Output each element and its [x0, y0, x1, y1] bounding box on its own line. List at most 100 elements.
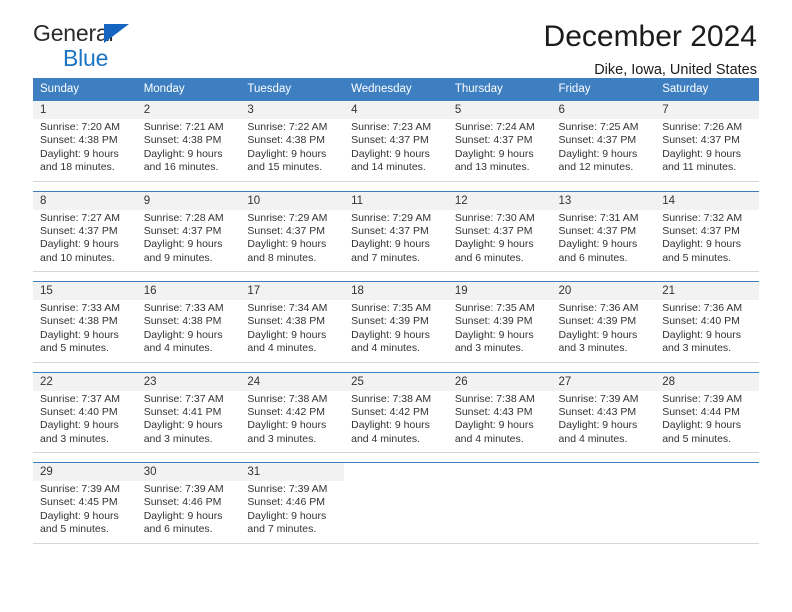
- day-detail-cell[interactable]: Sunrise: 7:27 AM Sunset: 4:37 PM Dayligh…: [33, 209, 137, 272]
- daylight-text-line2: and 9 minutes.: [143, 251, 213, 264]
- page-subtitle: Dike, Iowa, United States: [594, 62, 757, 78]
- daylight-text-line1: Daylight: 9 hours: [454, 328, 534, 341]
- day-detail-cell[interactable]: Sunrise: 7:29 AM Sunset: 4:37 PM Dayligh…: [344, 209, 448, 272]
- weekday-header-saturday: Saturday: [655, 78, 759, 101]
- day-number-cell[interactable]: 27: [551, 371, 656, 391]
- day-number-cell[interactable]: 8: [33, 190, 137, 210]
- day-number-cell[interactable]: 16: [136, 281, 241, 300]
- day-detail-cell[interactable]: Sunrise: 7:39 AM Sunset: 4:44 PM Dayligh…: [655, 390, 759, 453]
- day-detail-cell[interactable]: Sunrise: 7:34 AM Sunset: 4:38 PM Dayligh…: [240, 300, 345, 363]
- day-detail-cell[interactable]: Sunrise: 7:36 AM Sunset: 4:39 PM Dayligh…: [551, 300, 656, 363]
- day-number-cell[interactable]: 14: [655, 190, 759, 210]
- day-detail-cell[interactable]: Sunrise: 7:39 AM Sunset: 4:46 PM Dayligh…: [136, 481, 241, 544]
- daylight-text-line1: Daylight: 9 hours: [454, 419, 534, 432]
- weekday-header-thursday: Thursday: [447, 78, 552, 101]
- daylight-text-line2: and 4 minutes.: [143, 342, 213, 355]
- daylight-text-line1: Daylight: 9 hours: [558, 238, 638, 251]
- sunset-text: Sunset: 4:42 PM: [247, 405, 326, 418]
- daylight-text-line2: and 3 minutes.: [558, 342, 628, 355]
- day-detail-cell[interactable]: Sunrise: 7:37 AM Sunset: 4:41 PM Dayligh…: [136, 390, 241, 453]
- day-number-cell[interactable]: 20: [551, 281, 656, 300]
- day-detail-cell[interactable]: Sunrise: 7:21 AM Sunset: 4:38 PM Dayligh…: [136, 119, 241, 182]
- page-header: General Blue December 2024 Dike, Iowa, U…: [33, 0, 759, 78]
- page-title: December 2024: [543, 20, 757, 53]
- day-number-cell[interactable]: 5: [447, 100, 552, 119]
- week-row-details: Sunrise: 7:27 AM Sunset: 4:37 PM Dayligh…: [33, 209, 759, 272]
- day-detail-cell[interactable]: Sunrise: 7:28 AM Sunset: 4:37 PM Dayligh…: [136, 209, 241, 272]
- day-detail-cell[interactable]: Sunrise: 7:38 AM Sunset: 4:42 PM Dayligh…: [344, 390, 448, 453]
- day-number-cell[interactable]: 2: [136, 100, 241, 119]
- day-number-cell[interactable]: 9: [136, 190, 241, 210]
- day-detail-cell[interactable]: Sunrise: 7:39 AM Sunset: 4:46 PM Dayligh…: [240, 481, 345, 544]
- day-number-cell[interactable]: 28: [655, 371, 759, 391]
- daylight-text-line2: and 18 minutes.: [40, 161, 115, 174]
- daylight-text-line2: and 4 minutes.: [454, 432, 524, 445]
- daylight-text-line2: and 10 minutes.: [40, 251, 115, 264]
- day-detail-cell[interactable]: Sunrise: 7:30 AM Sunset: 4:37 PM Dayligh…: [447, 209, 552, 272]
- day-detail-cell[interactable]: Sunrise: 7:35 AM Sunset: 4:39 PM Dayligh…: [447, 300, 552, 363]
- day-number-cell[interactable]: 23: [136, 371, 241, 391]
- daylight-text-line2: and 4 minutes.: [558, 432, 628, 445]
- daylight-text-line1: Daylight: 9 hours: [143, 238, 223, 251]
- sunset-text: Sunset: 4:43 PM: [558, 405, 637, 418]
- day-detail-cell[interactable]: Sunrise: 7:26 AM Sunset: 4:37 PM Dayligh…: [655, 119, 759, 182]
- day-detail-cell[interactable]: Sunrise: 7:39 AM Sunset: 4:43 PM Dayligh…: [551, 390, 656, 453]
- day-number-cell[interactable]: 19: [447, 281, 552, 300]
- day-number-cell[interactable]: 10: [240, 190, 345, 210]
- day-detail-cell[interactable]: Sunrise: 7:31 AM Sunset: 4:37 PM Dayligh…: [551, 209, 656, 272]
- daylight-text-line2: and 5 minutes.: [662, 251, 732, 264]
- day-number-cell[interactable]: 29: [33, 462, 137, 481]
- day-detail-cell-empty: [344, 481, 448, 544]
- day-number-cell[interactable]: 15: [33, 281, 137, 300]
- daylight-text-line1: Daylight: 9 hours: [558, 147, 638, 160]
- day-detail-cell[interactable]: Sunrise: 7:37 AM Sunset: 4:40 PM Dayligh…: [33, 390, 137, 453]
- day-number-cell[interactable]: 17: [240, 281, 345, 300]
- day-detail-cell[interactable]: Sunrise: 7:38 AM Sunset: 4:43 PM Dayligh…: [447, 390, 552, 453]
- day-detail-cell[interactable]: Sunrise: 7:38 AM Sunset: 4:42 PM Dayligh…: [240, 390, 345, 453]
- day-number-cell[interactable]: 3: [240, 100, 345, 119]
- week-row-daynumbers: 22 23 24 25 26 27 28: [33, 371, 759, 391]
- day-detail-cell[interactable]: Sunrise: 7:33 AM Sunset: 4:38 PM Dayligh…: [136, 300, 241, 363]
- day-number-cell[interactable]: 13: [551, 190, 656, 210]
- day-detail-cell[interactable]: Sunrise: 7:23 AM Sunset: 4:37 PM Dayligh…: [344, 119, 448, 182]
- daylight-text-line1: Daylight: 9 hours: [351, 419, 430, 432]
- week-row-daynumbers: 1 2 3 4 5 6 7: [33, 100, 759, 119]
- daylight-text-line1: Daylight: 9 hours: [143, 419, 223, 432]
- sunset-text: Sunset: 4:40 PM: [40, 405, 118, 418]
- sunrise-text: Sunrise: 7:39 AM: [558, 392, 639, 405]
- day-number-cell[interactable]: 7: [655, 100, 759, 119]
- day-detail-cell[interactable]: Sunrise: 7:29 AM Sunset: 4:37 PM Dayligh…: [240, 209, 345, 272]
- day-number-cell[interactable]: 30: [136, 462, 241, 481]
- day-number-cell[interactable]: 4: [344, 100, 448, 119]
- day-detail-cell[interactable]: Sunrise: 7:36 AM Sunset: 4:40 PM Dayligh…: [655, 300, 759, 363]
- day-number-cell[interactable]: 21: [655, 281, 759, 300]
- day-detail-cell[interactable]: Sunrise: 7:22 AM Sunset: 4:38 PM Dayligh…: [240, 119, 345, 182]
- day-number-cell[interactable]: 1: [33, 100, 137, 119]
- day-number-cell[interactable]: 26: [447, 371, 552, 391]
- day-detail-cell[interactable]: Sunrise: 7:32 AM Sunset: 4:37 PM Dayligh…: [655, 209, 759, 272]
- daylight-text-line2: and 6 minutes.: [558, 251, 628, 264]
- day-number-cell[interactable]: 18: [344, 281, 448, 300]
- day-number-cell[interactable]: 22: [33, 371, 137, 391]
- sunset-text: Sunset: 4:37 PM: [143, 224, 222, 237]
- sunrise-text: Sunrise: 7:27 AM: [40, 211, 120, 224]
- day-number-cell[interactable]: 31: [240, 462, 345, 481]
- sunset-text: Sunset: 4:39 PM: [454, 315, 533, 328]
- day-number-cell[interactable]: 11: [344, 190, 448, 210]
- day-detail-cell[interactable]: Sunrise: 7:24 AM Sunset: 4:37 PM Dayligh…: [447, 119, 552, 182]
- day-number-cell[interactable]: 25: [344, 371, 448, 391]
- daylight-text-line2: and 5 minutes.: [662, 432, 732, 445]
- day-detail-cell[interactable]: Sunrise: 7:20 AM Sunset: 4:38 PM Dayligh…: [33, 119, 137, 182]
- day-detail-cell[interactable]: Sunrise: 7:25 AM Sunset: 4:37 PM Dayligh…: [551, 119, 656, 182]
- day-detail-cell[interactable]: Sunrise: 7:39 AM Sunset: 4:45 PM Dayligh…: [33, 481, 137, 544]
- weekday-header-friday: Friday: [551, 78, 656, 101]
- calendar-page: General Blue December 2024 Dike, Iowa, U…: [0, 0, 792, 612]
- day-number-cell[interactable]: 6: [551, 100, 656, 119]
- day-number-cell[interactable]: 24: [240, 371, 345, 391]
- day-detail-cell[interactable]: Sunrise: 7:33 AM Sunset: 4:38 PM Dayligh…: [33, 300, 137, 363]
- sunrise-text: Sunrise: 7:39 AM: [247, 483, 328, 495]
- day-number-cell[interactable]: 12: [447, 190, 552, 210]
- sunrise-text: Sunrise: 7:33 AM: [143, 302, 224, 314]
- day-detail-cell[interactable]: Sunrise: 7:35 AM Sunset: 4:39 PM Dayligh…: [344, 300, 448, 363]
- daylight-text-line1: Daylight: 9 hours: [558, 419, 638, 432]
